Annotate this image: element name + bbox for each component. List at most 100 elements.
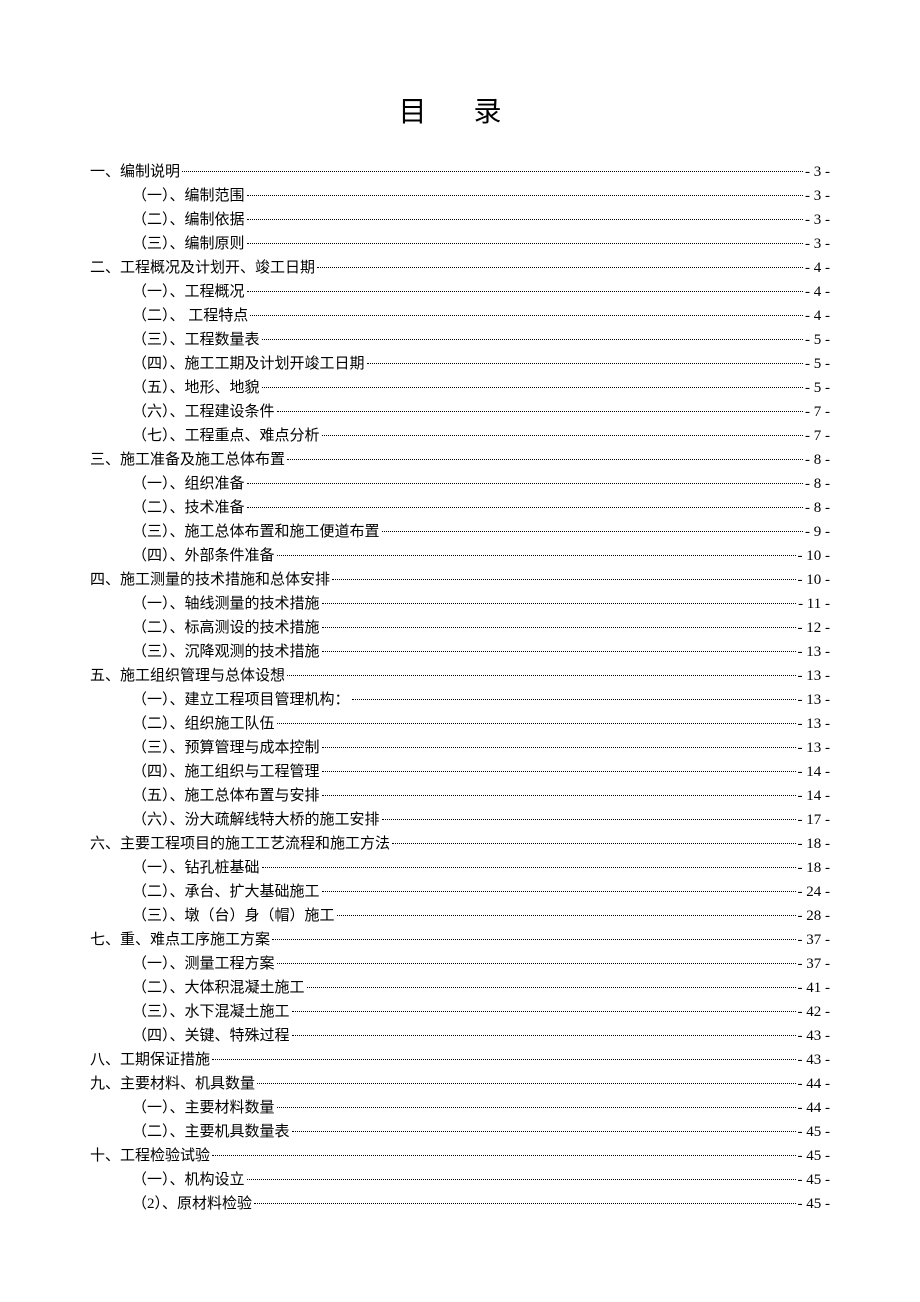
toc-entry-label: （一）、轴线测量的技术措施 xyxy=(132,592,320,616)
toc-entry-label: （三）、施工总体布置和施工便道布置 xyxy=(132,520,380,544)
toc-entry: （二）、标高测设的技术措施 - 12 - xyxy=(132,616,830,640)
toc-leader-dots xyxy=(254,1203,795,1204)
toc-entry-page: - 7 - xyxy=(805,400,830,424)
toc-entry-label: 六、主要工程项目的施工工艺流程和施工方法 xyxy=(90,832,390,856)
toc-entry-page: - 14 - xyxy=(798,784,831,808)
toc-leader-dots xyxy=(287,675,795,676)
toc-entry-label: 七、重、难点工序施工方案 xyxy=(90,928,270,952)
toc-entry: 八、工期保证措施- 43 - xyxy=(90,1048,830,1072)
toc-entry-page: - 37 - xyxy=(798,928,831,952)
toc-entry-page: - 8 - xyxy=(805,496,830,520)
toc-entry-label: （三）、编制原则 xyxy=(132,232,245,256)
toc-leader-dots xyxy=(247,243,803,244)
toc-entry-page: - 7 - xyxy=(805,424,830,448)
toc-entry-label: （一）、建立工程项目管理机构： xyxy=(132,688,350,712)
toc-entry: （三）、工程数量表- 5 - xyxy=(132,328,830,352)
toc-entry: （六）、汾大疏解线特大桥的施工安排 - 17 - xyxy=(132,808,830,832)
toc-leader-dots xyxy=(382,819,796,820)
toc-container: 一、编制说明- 3 -（一）、编制范围- 3 -（二）、编制依据- 3 -（三）… xyxy=(90,160,830,1216)
toc-entry: （一）、机构设立- 45 - xyxy=(132,1168,830,1192)
toc-entry-label: 五、施工组织管理与总体设想 xyxy=(90,664,285,688)
toc-entry-label: 八、工期保证措施 xyxy=(90,1048,210,1072)
toc-entry: （三）、预算管理与成本控制- 13 - xyxy=(132,736,830,760)
toc-entry-page: - 4 - xyxy=(805,280,830,304)
toc-entry-page: - 13 - xyxy=(798,736,831,760)
toc-leader-dots xyxy=(277,1107,796,1108)
toc-leader-dots xyxy=(262,339,803,340)
toc-entry-page: - 13 - xyxy=(798,688,831,712)
toc-entry-page: - 3 - xyxy=(805,184,830,208)
toc-entry-label: 四、施工测量的技术措施和总体安排 xyxy=(90,568,330,592)
toc-entry: （三）、施工总体布置和施工便道布置 - 9 - xyxy=(132,520,830,544)
toc-leader-dots xyxy=(247,483,803,484)
toc-leader-dots xyxy=(247,219,803,220)
toc-entry: 十、工程检验试验- 45 - xyxy=(90,1144,830,1168)
toc-leader-dots xyxy=(332,579,795,580)
toc-entry-label: （三）、沉降观测的技术措施 xyxy=(132,640,320,664)
toc-entry-page: - 10 - xyxy=(798,544,831,568)
toc-leader-dots xyxy=(262,867,796,868)
toc-entry-label: 一、编制说明 xyxy=(90,160,180,184)
toc-leader-dots xyxy=(262,387,803,388)
toc-entry-page: - 3 - xyxy=(805,208,830,232)
toc-entry: 三、施工准备及施工总体布置- 8 - xyxy=(90,448,830,472)
toc-entry-page: - 45 - xyxy=(798,1192,831,1216)
toc-entry-label: （2）、原材料检验 xyxy=(132,1192,252,1216)
toc-entry-label: （二）、编制依据 xyxy=(132,208,245,232)
toc-entry: （一）、轴线测量的技术措施- 11 - xyxy=(132,592,830,616)
toc-entry-page: - 18 - xyxy=(798,832,831,856)
toc-entry-label: （四）、关键、特殊过程 xyxy=(132,1024,290,1048)
toc-entry-page: - 14 - xyxy=(798,760,831,784)
toc-entry-label: （二）、主要机具数量表 xyxy=(132,1120,290,1144)
toc-entry: 九、主要材料、机具数量- 44 - xyxy=(90,1072,830,1096)
toc-entry: （一）、建立工程项目管理机构： - 13 - xyxy=(132,688,830,712)
toc-entry-page: - 4 - xyxy=(805,256,830,280)
toc-entry-page: - 37 - xyxy=(798,952,831,976)
toc-leader-dots xyxy=(337,915,796,916)
toc-entry-label: （一）、工程概况 xyxy=(132,280,245,304)
toc-entry: （六）、工程建设条件 - 7 - xyxy=(132,400,830,424)
toc-entry-label: （二）、标高测设的技术措施 xyxy=(132,616,320,640)
toc-entry: （一）、测量工程方案- 37 - xyxy=(132,952,830,976)
toc-entry-page: - 45 - xyxy=(798,1120,831,1144)
toc-leader-dots xyxy=(322,651,796,652)
toc-entry: （四）、施工组织与工程管理- 14 - xyxy=(132,760,830,784)
toc-leader-dots xyxy=(277,555,796,556)
toc-entry-label: （五）、施工总体布置与安排 xyxy=(132,784,320,808)
toc-entry-label: （二）、组织施工队伍 xyxy=(132,712,275,736)
toc-entry: （三）、沉降观测的技术措施- 13 - xyxy=(132,640,830,664)
toc-entry-page: - 12 - xyxy=(798,616,831,640)
toc-entry-page: - 44 - xyxy=(798,1096,831,1120)
toc-leader-dots xyxy=(272,939,795,940)
toc-leader-dots xyxy=(292,1011,796,1012)
toc-entry-page: - 24 - xyxy=(798,880,831,904)
toc-leader-dots xyxy=(292,1035,796,1036)
toc-entry: （七）、工程重点、难点分析- 7 - xyxy=(132,424,830,448)
toc-leader-dots xyxy=(212,1059,795,1060)
toc-leader-dots xyxy=(277,411,803,412)
toc-entry-label: （六）、工程建设条件 xyxy=(132,400,275,424)
toc-leader-dots xyxy=(322,795,796,796)
toc-entry: （五）、地形、地貌- 5 - xyxy=(132,376,830,400)
toc-leader-dots xyxy=(322,603,797,604)
toc-entry: （五）、施工总体布置与安排 - 14 - xyxy=(132,784,830,808)
toc-leader-dots xyxy=(322,747,796,748)
toc-entry-page: - 3 - xyxy=(805,232,830,256)
toc-entry-label: （一）、编制范围 xyxy=(132,184,245,208)
toc-leader-dots xyxy=(257,1083,795,1084)
toc-entry-label: （四）、施工工期及计划开竣工日期 xyxy=(132,352,365,376)
toc-entry: 一、编制说明- 3 - xyxy=(90,160,830,184)
toc-entry-label: 三、施工准备及施工总体布置 xyxy=(90,448,285,472)
toc-entry-page: - 9 - xyxy=(805,520,830,544)
toc-leader-dots xyxy=(247,1179,796,1180)
toc-leader-dots xyxy=(292,1131,796,1132)
toc-entry-label: （六）、汾大疏解线特大桥的施工安排 xyxy=(132,808,380,832)
toc-entry-label: 二、工程概况及计划开、竣工日期 xyxy=(90,256,315,280)
toc-entry-page: - 45 - xyxy=(798,1168,831,1192)
toc-leader-dots xyxy=(250,315,803,316)
toc-entry-page: - 42 - xyxy=(798,1000,831,1024)
toc-entry-page: - 17 - xyxy=(798,808,831,832)
toc-entry: （一）、钻孔桩基础- 18 - xyxy=(132,856,830,880)
toc-leader-dots xyxy=(247,195,803,196)
toc-entry-page: - 13 - xyxy=(798,664,831,688)
